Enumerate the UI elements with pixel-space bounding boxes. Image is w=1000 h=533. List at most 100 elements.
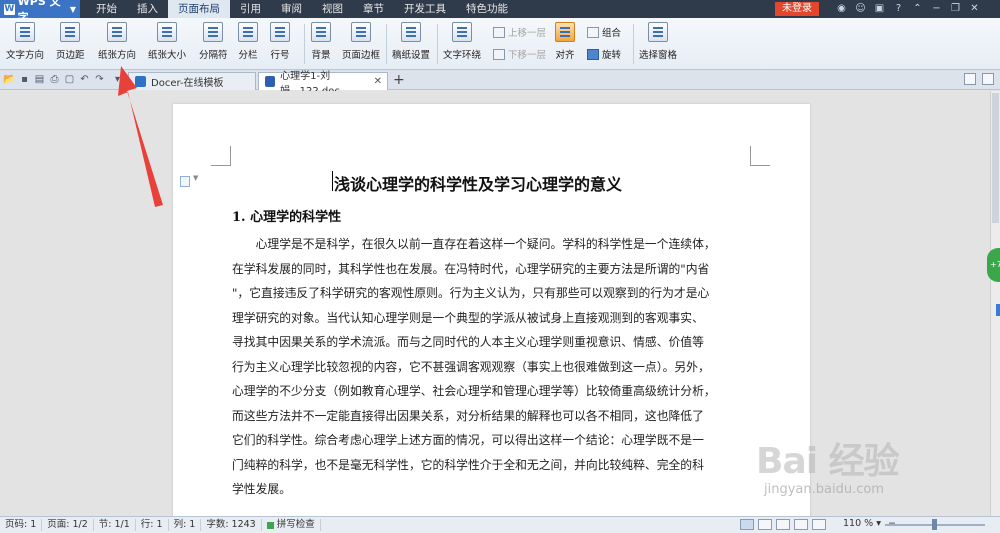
margin-corner-marker bbox=[750, 146, 770, 166]
status-page-number[interactable]: 页码: 1 bbox=[0, 519, 43, 531]
ribbon-separator bbox=[437, 24, 438, 64]
tab-document[interactable]: 心理学1-刘娟...122.doc ✕ bbox=[258, 71, 388, 97]
watermark-url: jingyan.baidu.com bbox=[764, 482, 884, 497]
status-section[interactable]: 节: 1/1 bbox=[94, 519, 136, 531]
side-float-badge[interactable]: +7 bbox=[987, 248, 1000, 282]
group-icon bbox=[587, 26, 599, 38]
text-direction-icon bbox=[15, 22, 35, 42]
paragraph-line: 心理学的不少分支（例如教育心理学、社会心理学和管理心理学等）比较倚重高级统计分析… bbox=[232, 384, 716, 398]
status-column: 列: 1 bbox=[169, 519, 202, 531]
web-view-icon[interactable] bbox=[776, 519, 790, 530]
selection-pane-button[interactable]: 选择窗格 bbox=[639, 18, 677, 61]
restore-icon[interactable]: ❐ bbox=[946, 0, 965, 18]
bring-forward-icon bbox=[493, 26, 505, 38]
margin-corner-marker bbox=[211, 146, 231, 166]
menu-tabs: 开始 插入 页面布局 引用 审阅 视图 章节 开发工具 特色功能 bbox=[86, 0, 518, 18]
text-wrap-icon bbox=[452, 22, 472, 42]
side-panel-handle[interactable] bbox=[996, 304, 1000, 316]
reading-view-icon[interactable] bbox=[794, 519, 808, 530]
ribbon-toolbar: 文字方向 页边距 纸张方向 纸张大小 分隔符 分栏 行号 背景 页面边框 稿纸设… bbox=[0, 18, 1000, 70]
print-icon[interactable]: ⎙ bbox=[48, 73, 61, 87]
page-view-icon[interactable] bbox=[740, 519, 754, 530]
close-icon[interactable]: ✕ bbox=[965, 0, 984, 18]
rotate-icon bbox=[587, 48, 599, 60]
margins-button[interactable]: 页边距 bbox=[56, 18, 85, 61]
new-tab-button[interactable]: + bbox=[393, 72, 405, 88]
print-preview-icon[interactable]: ▢ bbox=[63, 73, 76, 87]
paragraph-line: 它们的科学性。综合考虑心理学上述方面的情况，可以得出这样一个结论：心理学既不是一 bbox=[232, 433, 704, 447]
status-pages[interactable]: 页面: 1/2 bbox=[42, 519, 94, 531]
paragraph-line: 心理学是不是科学，在很久以前一直存在着这样一个疑问。学科的科学性是一个连续体， bbox=[232, 237, 716, 251]
line-numbers-button[interactable]: 行号 bbox=[270, 18, 290, 61]
zoom-dropdown-icon[interactable]: ▾ bbox=[876, 518, 881, 529]
open-icon[interactable]: 📂 bbox=[3, 73, 16, 87]
paragraph-line: 行为主义心理学比较忽视的内容，它不甚强调客观观察（事实上也很难做到这一点）。另外… bbox=[232, 359, 710, 374]
document-title: 浅谈心理学的科学性及学习心理学的意义 bbox=[334, 175, 623, 194]
menu-tab-view[interactable]: 视图 bbox=[312, 0, 353, 18]
paper-size-icon bbox=[157, 22, 177, 42]
orientation-icon bbox=[107, 22, 127, 42]
word-doc-icon bbox=[265, 76, 276, 87]
text-direction-button[interactable]: 文字方向 bbox=[6, 18, 44, 61]
save-icon[interactable]: ▪ bbox=[18, 73, 31, 87]
columns-icon bbox=[238, 22, 258, 42]
columns-button[interactable]: 分栏 bbox=[238, 18, 258, 61]
shirt-icon[interactable]: ▣ bbox=[870, 0, 889, 18]
feedback-icon[interactable]: ☺ bbox=[851, 0, 870, 18]
menu-tab-insert[interactable]: 插入 bbox=[127, 0, 168, 18]
menu-tab-references[interactable]: 引用 bbox=[230, 0, 271, 18]
spell-check-toggle[interactable]: 拼写检查 bbox=[262, 519, 321, 531]
align-button[interactable]: 对齐 bbox=[555, 18, 575, 61]
text-cursor bbox=[332, 171, 333, 191]
outline-view-icon[interactable] bbox=[758, 519, 772, 530]
manuscript-settings-button[interactable]: 稿纸设置 bbox=[392, 18, 430, 61]
pdf-icon[interactable]: ▤ bbox=[33, 73, 46, 87]
ribbon-separator bbox=[633, 24, 634, 64]
line-numbers-icon bbox=[270, 22, 290, 42]
section-heading: 1. 心理学的科学性 bbox=[232, 210, 342, 225]
menu-tab-features[interactable]: 特色功能 bbox=[456, 0, 518, 18]
login-button[interactable]: 未登录 bbox=[775, 2, 819, 16]
docer-icon bbox=[135, 76, 146, 87]
background-button[interactable]: 背景 bbox=[311, 18, 331, 61]
tab-list-icon[interactable] bbox=[964, 73, 976, 85]
paragraph-layout-icon[interactable] bbox=[180, 176, 190, 187]
help-icon[interactable]: ? bbox=[889, 0, 908, 18]
tab-restore-icon[interactable] bbox=[982, 73, 994, 85]
window-controls: ◉ ☺ ▣ ? ⌃ − ❐ ✕ bbox=[832, 0, 984, 18]
background-icon bbox=[311, 22, 331, 42]
menu-tab-page-layout[interactable]: 页面布局 bbox=[168, 0, 230, 18]
paragraph-line: 寻找其中因果关系的学术流派。而与之同时代的人本主义心理学则重视意识、情感、价值等 bbox=[232, 335, 704, 349]
close-tab-icon[interactable]: ✕ bbox=[374, 76, 382, 87]
scrollbar-thumb[interactable] bbox=[992, 93, 999, 223]
group-button[interactable]: 组合 bbox=[587, 24, 621, 40]
status-word-count[interactable]: 字数: 1243 bbox=[201, 519, 262, 531]
fullscreen-view-icon[interactable] bbox=[812, 519, 826, 530]
zoom-slider-knob[interactable] bbox=[932, 519, 937, 530]
watermark-logo-text: Bai 经验 bbox=[756, 441, 900, 482]
orientation-button[interactable]: 纸张方向 bbox=[98, 18, 136, 61]
paragraph-line: 学性发展。 bbox=[232, 482, 291, 496]
breaks-button[interactable]: 分隔符 bbox=[199, 18, 228, 61]
menu-tab-chapter[interactable]: 章节 bbox=[353, 0, 394, 18]
tab-docer[interactable]: Docer-在线模板 bbox=[128, 72, 256, 90]
rotate-button[interactable]: 旋转 bbox=[587, 46, 621, 62]
paper-size-button[interactable]: 纸张大小 bbox=[148, 18, 186, 61]
paragraph-line: 门纯粹的科学，也不是毫无科学性，它的科学性介于全和无之间，并向比较纯粹、完全的科 bbox=[232, 457, 704, 472]
breaks-icon bbox=[203, 22, 224, 42]
menu-tab-start[interactable]: 开始 bbox=[86, 0, 127, 18]
redo-icon[interactable]: ↷ bbox=[93, 73, 106, 87]
ribbon-toggle-icon[interactable]: ⌃ bbox=[908, 0, 927, 18]
bring-forward-button[interactable]: 上移一层 bbox=[493, 24, 546, 40]
ribbon-separator bbox=[304, 24, 305, 64]
quick-access-dropdown-icon[interactable]: ▾ bbox=[111, 73, 124, 87]
menu-tab-review[interactable]: 审阅 bbox=[271, 0, 312, 18]
app-menu-button[interactable]: W WPS 文字 ▼ bbox=[0, 0, 80, 24]
undo-icon[interactable]: ↶ bbox=[78, 73, 91, 87]
menu-tab-developer[interactable]: 开发工具 bbox=[394, 0, 456, 18]
minimize-icon[interactable]: − bbox=[927, 0, 946, 18]
page-border-button[interactable]: 页面边框 bbox=[342, 18, 380, 61]
skin-icon[interactable]: ◉ bbox=[832, 0, 851, 18]
text-wrap-button[interactable]: 文字环绕 bbox=[443, 18, 481, 61]
send-backward-button[interactable]: 下移一层 bbox=[493, 46, 546, 62]
